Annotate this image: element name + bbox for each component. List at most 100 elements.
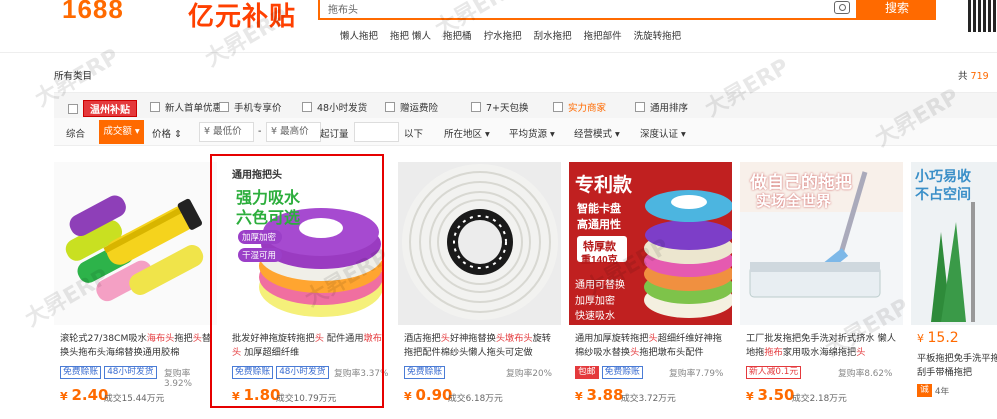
count-prefix: 共 (958, 71, 968, 82)
checkbox[interactable] (302, 102, 312, 112)
filter-label: 通用排序 (650, 103, 689, 114)
sort-bar: 综合 成交额 ▾ 价格 ⇕ ¥ 最低价 - ¥ 最高价 起订量 以下 所在地区 … (54, 118, 997, 146)
min-price-input[interactable]: ¥ 最低价 (199, 122, 254, 142)
repurchase-rate: 复购率20% (506, 369, 552, 379)
product-title[interactable]: 通用加厚旋转拖把头超细纤维好神拖棉纱吸水替换头拖把墩布头配件 (575, 332, 730, 360)
product-card[interactable]: 滚轮式27/38CM吸水海布头拖把头替换头拖布头海绵替换通用胶棉 免费赊账 48小… (54, 162, 217, 419)
filter-48h[interactable]: 48小时发货 (302, 100, 367, 114)
filter-label: 赠运费险 (400, 103, 439, 114)
checkbox[interactable] (553, 102, 563, 112)
product-tags: 免费赊账 48小时发货 (60, 366, 157, 379)
price-value: 0.90 (415, 386, 453, 404)
checkbox[interactable] (68, 103, 78, 114)
product-card[interactable]: 专利款 智能卡盘 高通用性 特厚款 重140克 通用可替换 加厚加密 快速吸水 … (569, 162, 732, 419)
filter-strength[interactable]: 实力商家 (553, 100, 606, 114)
hot-word[interactable]: 洗旋转拖把 (634, 28, 682, 42)
price-value: 2.40 (71, 386, 109, 404)
category-breadcrumb[interactable]: 所有类目 (54, 68, 92, 82)
sort-sales[interactable]: 成交额 ▾ (99, 120, 144, 144)
search-box[interactable]: 拖布头 (318, 0, 858, 20)
image-text: 小巧易收 (915, 168, 971, 184)
product-tags: 免费赊账 (404, 366, 446, 379)
image-text: 专利款 (575, 175, 633, 196)
filter-freight[interactable]: 赠运费险 (385, 100, 438, 114)
tag: 免费赊账 (601, 366, 643, 379)
max-price-input[interactable]: ¥ 最高价 (266, 122, 321, 142)
image-text: 快速吸水 (575, 311, 615, 322)
title-keyword: 头 (648, 333, 658, 344)
checkbox[interactable] (219, 102, 229, 112)
hot-word[interactable]: 拖把 懒人 (390, 28, 431, 42)
product-title[interactable]: 滚轮式27/38CM吸水海布头拖把头替换头拖布头海绵替换通用胶棉 (60, 332, 215, 360)
product-card[interactable]: 做自己的拖把 实场全世界 工厂批发拖把免手洗对折式挤水 懒人地拖拖布家用吸水海绵… (740, 162, 903, 419)
hot-word[interactable]: 拖把桶 (443, 28, 472, 42)
auth-label: 深度认证 (640, 129, 679, 140)
product-image[interactable]: 做自己的拖把 实场全世界 (740, 162, 903, 325)
sales-volume: 成交3.72万元 (621, 394, 676, 404)
price-value: 15.2 (927, 330, 959, 346)
hot-word[interactable]: 懒人拖把 (340, 28, 378, 42)
product-image[interactable] (54, 162, 217, 325)
sort-price[interactable]: 价格 ⇕ (152, 126, 182, 140)
checkbox[interactable] (150, 102, 160, 112)
filter-mobile[interactable]: 手机专享价 (219, 100, 282, 114)
price: ¥ 15.2 (917, 330, 959, 346)
hot-word[interactable]: 拖把部件 (584, 28, 622, 42)
price-value: 3.88 (586, 386, 624, 404)
image-text: 实场全世界 (756, 193, 832, 210)
platform-dropdown[interactable]: 平均货源 ▾ (509, 126, 555, 140)
sort-default[interactable]: 综合 (66, 126, 85, 140)
title-text: 家用吸水海绵拖把 (782, 347, 857, 358)
product-card[interactable]: 小巧易收 不占空间 ¥ 15.2 平板拖把免手洗平拖刮手带桶拖把 诚 4年 (911, 162, 997, 419)
title-keyword: 拖布 (764, 347, 783, 358)
filter-bar: 温州补贴 新人首单优惠 手机专享价 48小时发货 赠运费险 7+天包换 实力商家… (54, 92, 997, 118)
image-text: 高通用性 (577, 219, 621, 231)
product-title[interactable]: 工厂批发拖把免手洗对折式挤水 懒人地拖拖布家用吸水海绵拖把头 (746, 332, 901, 360)
hot-word[interactable]: 拧水拖把 (484, 28, 522, 42)
title-text: 拖把墩布头配件 (639, 347, 704, 358)
order-input[interactable] (354, 122, 399, 142)
promo-banner[interactable]: 亿元补贴 (188, 0, 296, 33)
repurchase-rate: 复购率8.62% (838, 369, 893, 379)
product-card[interactable]: 酒店拖把头好神拖替换头墩布头旋转拖把配件棉纱头懒人拖头可定做 免费赊账 复购率2… (398, 162, 561, 419)
tag: 免费赊账 (60, 366, 102, 379)
site-logo[interactable]: 1688 (62, 0, 124, 25)
product-title[interactable]: 酒店拖把头好神拖替换头墩布头旋转拖把配件棉纱头懒人拖头可定做 (404, 332, 559, 360)
price-value: 3.50 (757, 386, 795, 404)
filter-label: 新人首单优惠 (165, 103, 223, 114)
title-keyword: 头墩布头 (495, 333, 533, 344)
filter-label: 48小时发货 (317, 103, 368, 114)
order-label: 起订量 (320, 129, 349, 140)
auth-dropdown[interactable]: 深度认证 ▾ (640, 126, 686, 140)
image-text: 加厚加密 (575, 296, 615, 307)
filter-newuser[interactable]: 新人首单优惠 (150, 100, 222, 114)
region-label: 所在地区 (444, 129, 483, 140)
product-tags: 包邮 免费赊账 (575, 366, 643, 379)
search-input[interactable]: 拖布头 (328, 1, 358, 16)
divider (0, 52, 997, 53)
checkbox[interactable] (471, 102, 481, 112)
result-count: 共 719 (958, 68, 989, 82)
product-image[interactable] (398, 162, 561, 325)
checkbox[interactable] (385, 102, 395, 112)
price: ¥ 3.50 (746, 386, 795, 404)
product-image[interactable]: 小巧易收 不占空间 (911, 162, 997, 325)
mode-label: 经营模式 (574, 129, 613, 140)
filter-exchange[interactable]: 7+天包换 (471, 100, 529, 114)
hot-word[interactable]: 刮水拖把 (534, 28, 572, 42)
shop-years: 4年 (934, 387, 950, 397)
region-dropdown[interactable]: 所在地区 ▾ (444, 126, 490, 140)
camera-icon[interactable] (834, 1, 850, 14)
product-image[interactable]: 专利款 智能卡盘 高通用性 特厚款 重140克 通用可替换 加厚加密 快速吸水 (569, 162, 732, 325)
filter-general[interactable]: 通用排序 (635, 100, 688, 114)
shop-years-badge: 诚 (917, 384, 932, 397)
title-keyword: 头 (440, 333, 450, 344)
sort-price-label: 价格 (152, 129, 172, 140)
product-title[interactable]: 平板拖把免手洗平拖刮手带桶拖把 (917, 352, 997, 380)
mode-dropdown[interactable]: 经营模式 ▾ (574, 126, 620, 140)
filter-subsidy[interactable]: 温州补贴 (68, 100, 137, 117)
platform-label: 平均货源 (509, 129, 548, 140)
checkbox[interactable] (635, 102, 645, 112)
title-keyword: 头 (192, 333, 202, 344)
search-button[interactable]: 搜索 (858, 0, 936, 20)
